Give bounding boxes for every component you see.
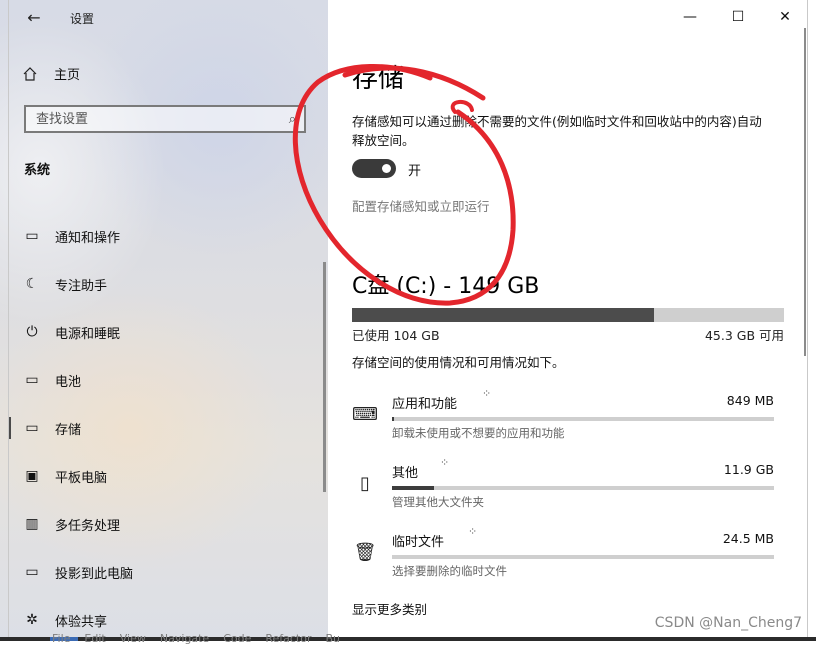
window-border-left <box>8 0 9 641</box>
category-size: 24.5 MB <box>722 531 774 546</box>
sidebar-item-home[interactable]: 主页 <box>22 64 80 83</box>
category-size: 849 MB <box>726 393 774 408</box>
storage-page: — ☐ ✕ 存储 存储感知可以通过删除不需要的文件(例如临时文件和回收站中的内容… <box>328 0 808 641</box>
category-name: 其他 <box>392 466 419 481</box>
available-space-label: 45.3 GB 可用 <box>704 328 784 343</box>
folder-icon: ▯ <box>360 472 370 494</box>
share-icon: ✲ <box>26 612 38 628</box>
sidebar-item-label: 平板电脑 <box>55 470 108 486</box>
notification-icon: ▭ <box>25 228 39 244</box>
window-border-right <box>807 0 808 641</box>
sidebar-item-label: 通知和操作 <box>55 230 121 246</box>
sidebar-scrollbar[interactable] <box>323 262 326 492</box>
battery-icon: ▭ <box>25 372 39 388</box>
sidebar-item-project[interactable]: ▭ 投影到此电脑 <box>0 548 320 596</box>
category-bar <box>392 486 774 490</box>
ide-menu-refactor[interactable]: Refactor <box>265 632 311 645</box>
sidebar-item-power[interactable]: ⏻ 电源和睡眠 <box>0 308 320 356</box>
search-input[interactable] <box>34 110 289 128</box>
settings-sidebar: ← 设置 主页 ⌕ 系统 ▭ 通知和操作 ☾ 专注助手 ⏻ 电源和睡眠 ▭ 电池… <box>0 0 328 641</box>
show-more-categories-link[interactable]: 显示更多类别 <box>352 599 427 618</box>
sidebar-item-focus-assist[interactable]: ☾ 专注助手 <box>0 260 320 308</box>
multitask-icon: ▥ <box>25 516 39 532</box>
category-temp-files[interactable]: 🗑 临时文件 ⁘ 24.5 MB 选择要删除的临时文件 <box>352 525 774 591</box>
sidebar-item-label: 投影到此电脑 <box>55 566 134 582</box>
trash-icon: 🗑 <box>353 541 377 563</box>
ide-menu-view[interactable]: View <box>120 632 146 645</box>
section-title: 系统 <box>24 163 51 178</box>
sidebar-item-tablet[interactable]: ▣ 平板电脑 <box>0 452 320 500</box>
drive-usage-bar <box>352 308 784 322</box>
category-other[interactable]: ▯ 其他 ⁘ 11.9 GB 管理其他大文件夹 <box>352 456 774 522</box>
moon-icon: ☾ <box>25 276 39 292</box>
loading-spinner-icon: ⁘ <box>482 387 491 400</box>
ide-menu-bar: File Edit View Navigate Code Refactor Bu <box>52 632 340 645</box>
category-bar <box>392 417 774 421</box>
sidebar-item-label: 专注助手 <box>55 278 108 294</box>
used-space-label: 已使用 104 GB <box>352 328 440 343</box>
sidebar-item-label: 电池 <box>55 374 82 390</box>
page-title: 存储 <box>352 64 405 94</box>
search-icon[interactable]: ⌕ <box>289 112 296 127</box>
ide-menu-file[interactable]: File <box>52 632 70 645</box>
close-icon[interactable]: ✕ <box>765 5 805 29</box>
drive-title: C盘 (C:) - 149 GB <box>352 274 540 299</box>
project-icon: ▭ <box>25 564 39 580</box>
category-bar-fill <box>392 486 435 490</box>
loading-spinner-icon: ⁘ <box>440 456 449 469</box>
ide-menu-edit[interactable]: Edit <box>84 632 105 645</box>
ide-menu-build[interactable]: Bu <box>326 632 341 645</box>
storage-sense-description: 存储感知可以通过删除不需要的文件(例如临时文件和回收站中的内容)自动释放空间。 <box>352 114 762 148</box>
category-size: 11.9 GB <box>723 462 774 477</box>
category-subtitle: 卸载未使用或不想要的应用和功能 <box>392 426 565 440</box>
app-title: 设置 <box>70 12 95 26</box>
category-apps[interactable]: ⌨ 应用和功能 ⁘ 849 MB 卸载未使用或不想要的应用和功能 <box>352 387 774 453</box>
category-name: 应用和功能 <box>392 397 458 412</box>
sidebar-item-battery[interactable]: ▭ 电池 <box>0 356 320 404</box>
sidebar-item-storage[interactable]: ▭ 存储 <box>0 404 320 452</box>
ide-menu-navigate[interactable]: Navigate <box>160 632 209 645</box>
main-scrollbar[interactable] <box>804 28 806 356</box>
watermark: CSDN @Nan_Cheng7 <box>654 615 802 631</box>
storage-icon: ▭ <box>25 420 39 436</box>
category-subtitle: 管理其他大文件夹 <box>392 495 484 509</box>
sidebar-item-label: 电源和睡眠 <box>55 326 121 342</box>
sidebar-item-label: 体验共享 <box>55 614 108 630</box>
ide-menu-code[interactable]: Code <box>223 632 251 645</box>
loading-spinner-icon: ⁘ <box>468 525 477 538</box>
category-bar <box>392 555 774 559</box>
toggle-state-label: 开 <box>408 164 422 179</box>
category-name: 临时文件 <box>392 535 445 550</box>
search-box[interactable]: ⌕ <box>24 105 306 133</box>
home-icon <box>23 66 37 81</box>
usage-summary: 存储空间的使用情况和可用情况如下。 <box>352 355 565 370</box>
minimize-icon[interactable]: — <box>670 5 710 29</box>
tablet-icon: ▣ <box>25 468 39 484</box>
sidebar-item-label: 存储 <box>55 422 82 438</box>
drive-usage-fill <box>352 308 654 322</box>
sidebar-item-label: 主页 <box>54 68 81 83</box>
storage-sense-toggle[interactable] <box>352 159 396 178</box>
back-arrow-icon[interactable]: ← <box>22 6 46 28</box>
category-subtitle: 选择要删除的临时文件 <box>392 564 507 578</box>
power-icon: ⏻ <box>26 324 38 340</box>
sidebar-item-notifications[interactable]: ▭ 通知和操作 <box>0 212 320 260</box>
sidebar-item-multitasking[interactable]: ▥ 多任务处理 <box>0 500 320 548</box>
keyboard-icon: ⌨ <box>352 403 378 425</box>
sidebar-item-label: 多任务处理 <box>55 518 121 534</box>
maximize-icon[interactable]: ☐ <box>718 5 758 29</box>
category-bar-fill <box>392 417 395 421</box>
configure-storage-sense-link[interactable]: 配置存储感知或立即运行 <box>352 196 490 215</box>
toggle-knob <box>382 164 391 173</box>
